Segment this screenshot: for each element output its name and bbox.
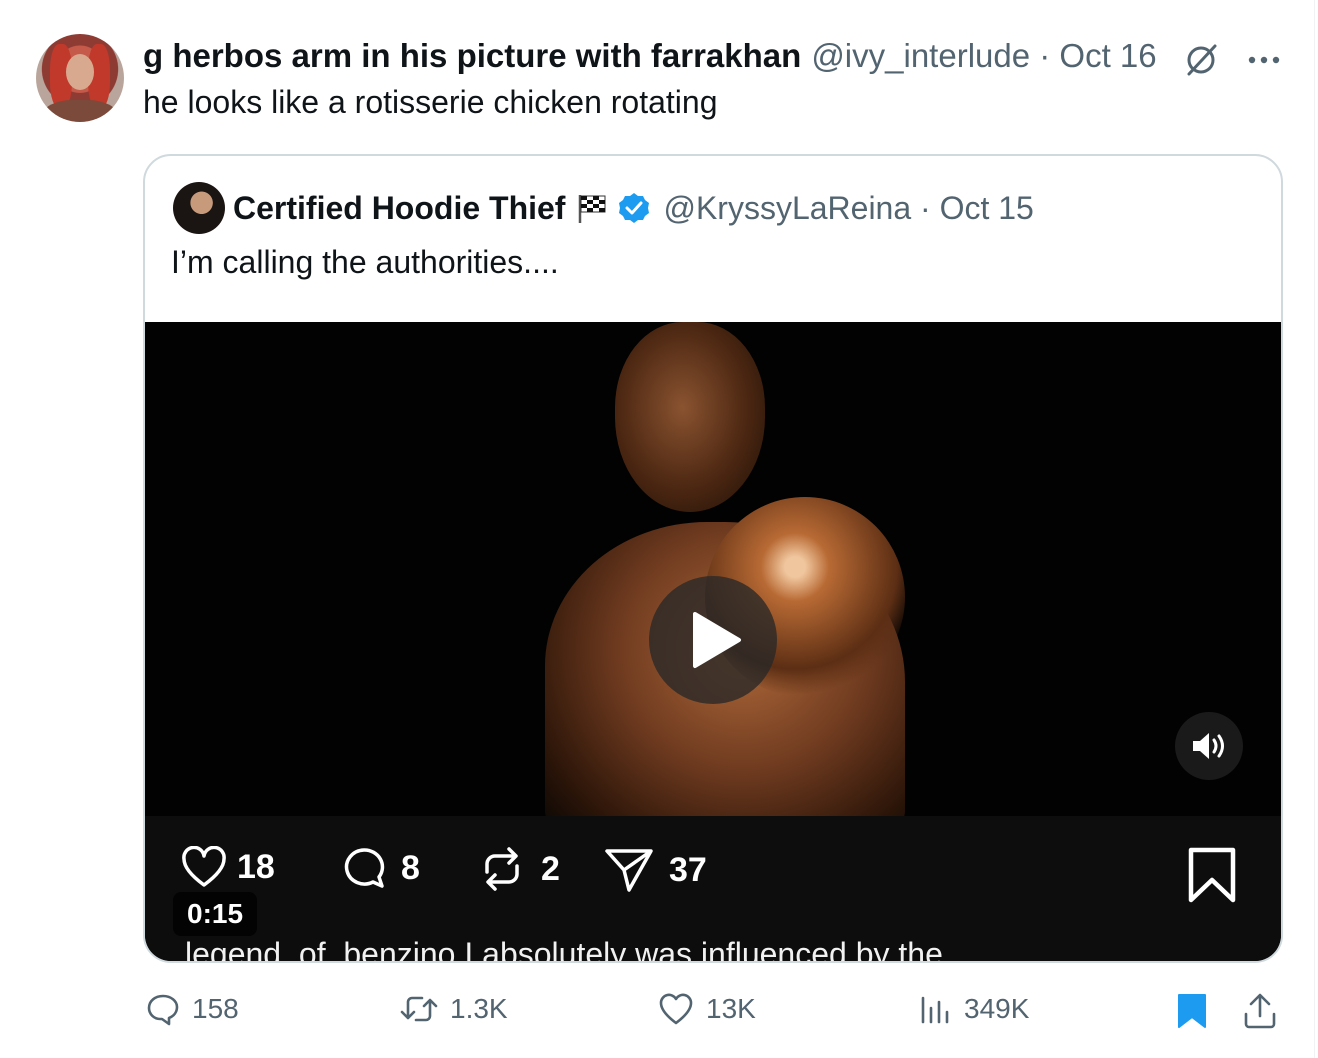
- tweet-text: he looks like a rotisserie chicken rotat…: [143, 84, 718, 120]
- overlay-likes: 18: [181, 846, 275, 888]
- video-frame: [145, 322, 1281, 816]
- overlay-caption: legend_of_benzino I absolutely was influ…: [185, 936, 943, 961]
- play-button[interactable]: [649, 576, 777, 704]
- more-icon[interactable]: [1244, 40, 1284, 80]
- tweet-actions: 158 1.3K 13K 349K: [0, 986, 1318, 1042]
- share-icon: [1244, 993, 1276, 1029]
- send-icon: [605, 849, 653, 892]
- video-player[interactable]: 18 8 2 37 legend_of_benzino I absolutely…: [145, 322, 1281, 961]
- heart-icon: [182, 846, 226, 887]
- video-embedded-instagram-bar: 18 8 2 37 legend_of_benzino I absolutely…: [145, 816, 1281, 961]
- overlay-likes-count: 18: [237, 847, 275, 886]
- quoted-author-name[interactable]: Certified Hoodie Thief: [233, 190, 565, 227]
- play-icon: [693, 612, 741, 668]
- quoted-tweet-card[interactable]: Certified Hoodie Thief @KryssyLaReina · …: [143, 154, 1283, 963]
- comment-icon: [344, 848, 385, 888]
- heart-icon: [659, 993, 693, 1025]
- no-entry-icon[interactable]: [1181, 40, 1221, 80]
- overlay-shares-count: 37: [669, 850, 707, 889]
- overlay-bookmark: [1185, 846, 1239, 909]
- share-button[interactable]: [1242, 992, 1290, 1030]
- quoted-author-avatar[interactable]: [173, 182, 225, 234]
- checkered-flag-icon: [575, 191, 609, 225]
- volume-icon: [1193, 733, 1224, 759]
- repost-icon: [485, 847, 519, 891]
- bookmark-icon: [1178, 994, 1206, 1028]
- reply-icon: [147, 994, 179, 1026]
- overlay-reposts-count: 2: [541, 849, 560, 888]
- timeline-divider: [1314, 0, 1315, 1058]
- like-count: 13K: [706, 993, 756, 1024]
- quoted-tweet-header: Certified Hoodie Thief @KryssyLaReina · …: [233, 186, 1034, 230]
- overlay-comments: 8: [341, 846, 420, 890]
- overlay-shares: 37: [603, 846, 707, 894]
- video-duration-badge: 0:15: [173, 892, 258, 936]
- views-button[interactable]: 349K: [918, 992, 1029, 1026]
- reply-button[interactable]: 158: [146, 992, 239, 1026]
- quoted-handle-date[interactable]: @KryssyLaReina · Oct 15: [663, 190, 1033, 227]
- overlay-reposts: 2: [477, 846, 560, 892]
- tweet-header: g herbos arm in his picture with farrakh…: [143, 34, 1157, 78]
- author-handle-date[interactable]: @ivy_interlude · Oct 16: [811, 37, 1156, 75]
- quoted-tweet-text: I’m calling the authorities....: [171, 244, 559, 280]
- overlay-comments-count: 8: [401, 848, 420, 887]
- views-count: 349K: [964, 993, 1030, 1024]
- like-button[interactable]: 13K: [658, 992, 756, 1026]
- bookmark-button[interactable]: [1176, 992, 1220, 1030]
- views-icon: [921, 996, 949, 1024]
- reply-count: 158: [192, 993, 239, 1024]
- repost-count: 1.3K: [450, 993, 508, 1024]
- author-avatar[interactable]: [36, 34, 124, 122]
- repost-button[interactable]: 1.3K: [400, 992, 508, 1026]
- verified-badge-icon: [617, 191, 651, 225]
- bookmark-icon: [1188, 847, 1236, 903]
- volume-button[interactable]: [1175, 712, 1243, 780]
- repost-icon: [400, 996, 438, 1022]
- author-name[interactable]: g herbos arm in his picture with farrakh…: [143, 37, 801, 75]
